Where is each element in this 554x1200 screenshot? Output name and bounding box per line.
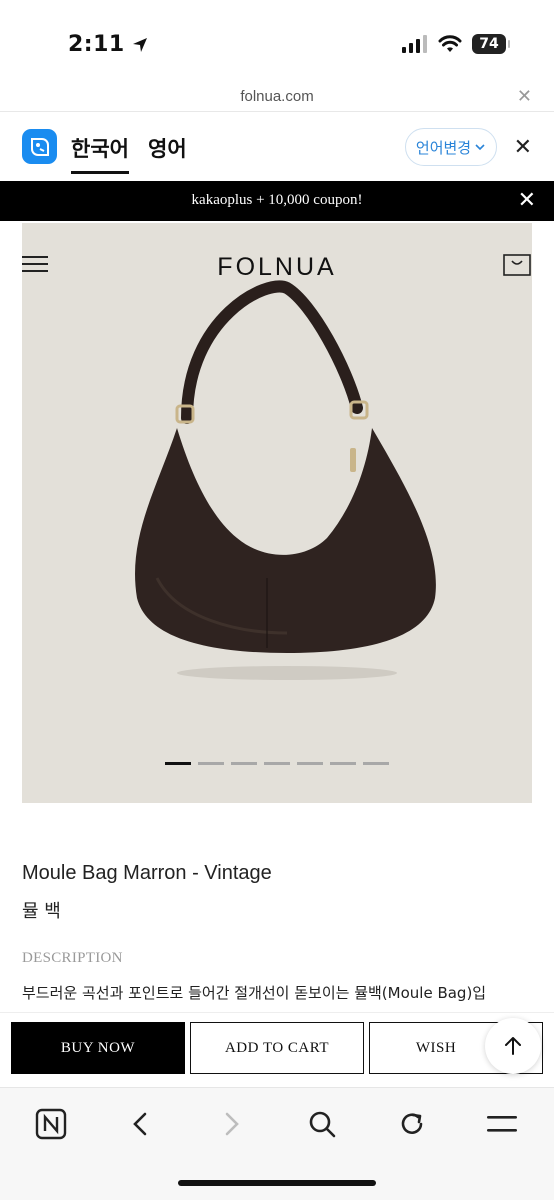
carousel-dot[interactable] <box>330 762 356 765</box>
search-button[interactable] <box>302 1104 342 1144</box>
location-arrow-icon <box>132 37 147 52</box>
battery-icon: 74 <box>472 34 510 54</box>
back-button[interactable] <box>121 1104 161 1144</box>
coupon-banner[interactable]: kakaoplus + 10,000 coupon! ✕ <box>0 181 554 221</box>
arrow-up-icon <box>505 1037 521 1055</box>
tab-language-korean[interactable]: 한국어 <box>71 133 129 174</box>
buy-now-button[interactable]: BUY NOW <box>11 1022 185 1074</box>
description-text: 부드러운 곡선과 포인트로 들어간 절개선이 돋보이는 뮬백(Moule Bag… <box>22 984 487 1002</box>
product-hero-image[interactable]: FOLNUA <box>22 223 532 803</box>
naver-home-button[interactable] <box>31 1104 71 1144</box>
status-bar: 2:11 74 <box>0 0 554 80</box>
product-name: Moule Bag Marron - Vintage <box>22 862 272 884</box>
carousel-dot[interactable] <box>165 762 191 765</box>
search-icon <box>309 1111 336 1138</box>
signal-icon <box>402 35 427 53</box>
status-time-text: 2:11 <box>68 32 125 57</box>
status-indicators: 74 <box>402 34 510 54</box>
carousel-dot[interactable] <box>198 762 224 765</box>
home-indicator[interactable] <box>178 1180 376 1186</box>
translate-bar: 한국어 영어 언어변경 ✕ <box>0 113 554 181</box>
carousel-indicator[interactable] <box>165 762 389 765</box>
tab-language-english[interactable]: 영어 <box>148 133 187 163</box>
papago-logo-icon[interactable] <box>22 129 57 164</box>
chevron-down-icon <box>475 144 485 151</box>
description-label: DESCRIPTION <box>22 950 123 966</box>
change-language-label: 언어변경 <box>415 138 472 157</box>
forward-button[interactable] <box>211 1104 251 1144</box>
chevron-left-icon <box>133 1112 147 1136</box>
scroll-to-top-button[interactable] <box>485 1018 541 1074</box>
carousel-dot[interactable] <box>264 762 290 765</box>
bag-illustration <box>135 280 436 680</box>
carousel-dot[interactable] <box>231 762 257 765</box>
add-to-cart-button[interactable]: ADD TO CART <box>190 1022 364 1074</box>
wifi-icon <box>438 35 462 52</box>
wish-button-label: WISH <box>415 1039 457 1056</box>
battery-level: 74 <box>479 36 499 52</box>
product-name-korean: 뮬 백 <box>22 901 61 922</box>
reload-button[interactable] <box>392 1104 432 1144</box>
url-text[interactable]: folnua.com <box>0 88 554 105</box>
carousel-dot[interactable] <box>297 762 323 765</box>
reload-icon <box>401 1113 423 1134</box>
close-translate-icon[interactable]: ✕ <box>514 135 532 160</box>
carousel-dot[interactable] <box>363 762 389 765</box>
chevron-right-icon <box>225 1112 239 1136</box>
change-language-button[interactable]: 언어변경 <box>405 128 497 166</box>
naver-icon <box>35 1108 67 1140</box>
close-banner-icon[interactable]: ✕ <box>518 188 536 213</box>
purchase-action-bar: BUY NOW ADD TO CART WISH <box>0 1012 554 1086</box>
shopping-bag-icon[interactable] <box>503 253 531 277</box>
coupon-text[interactable]: kakaoplus + 10,000 coupon! <box>0 192 554 209</box>
browser-toolbar <box>0 1087 554 1200</box>
url-close-icon[interactable]: ✕ <box>517 86 532 107</box>
menu-icon <box>487 1116 517 1132</box>
status-time: 2:11 <box>68 32 149 57</box>
menu-button[interactable] <box>482 1104 522 1144</box>
url-bar[interactable]: folnua.com ✕ <box>0 80 554 112</box>
